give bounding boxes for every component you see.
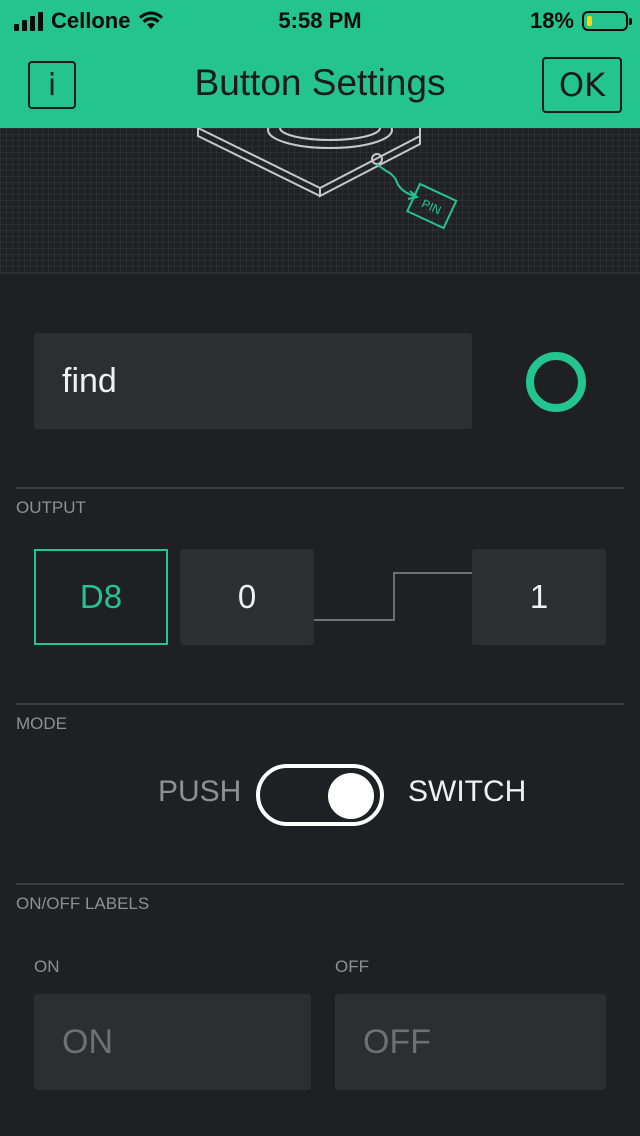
header-bar: Cellone 5:58 PM 18% i Button Settings OK <box>0 0 640 128</box>
mode-push-label: PUSH <box>158 775 242 808</box>
onoff-section-label: ON/OFF LABELS <box>16 894 150 913</box>
mode-switch-label: SWITCH <box>408 775 527 808</box>
off-label-caption: OFF <box>335 957 369 976</box>
mode-toggle[interactable] <box>256 764 384 826</box>
color-picker-button[interactable] <box>526 352 586 412</box>
off-label-input[interactable]: OFF <box>335 994 606 1090</box>
toggle-knob <box>328 773 374 819</box>
on-label-input[interactable]: ON <box>34 994 311 1090</box>
ok-button[interactable]: OK <box>542 57 622 113</box>
widget-name-input[interactable]: find <box>34 333 472 429</box>
output-section-label: OUTPUT <box>16 498 86 517</box>
button-illustration: PIN <box>0 128 640 274</box>
status-right: 18% <box>529 8 632 34</box>
divider <box>16 883 624 885</box>
mode-section-label: MODE <box>16 714 67 733</box>
divider <box>16 703 624 705</box>
push-button-graphic: PIN <box>197 128 458 230</box>
pin-tag-label: PIN <box>419 196 443 217</box>
battery-icon <box>582 11 632 31</box>
status-bar: Cellone 5:58 PM 18% <box>0 0 640 40</box>
divider <box>16 487 624 489</box>
output-high-value-input[interactable]: 1 <box>472 549 606 645</box>
on-label-caption: ON <box>34 957 60 976</box>
output-low-value-input[interactable]: 0 <box>180 549 314 645</box>
battery-percent: 18% <box>529 8 574 33</box>
pin-select-button[interactable]: D8 <box>34 549 168 645</box>
